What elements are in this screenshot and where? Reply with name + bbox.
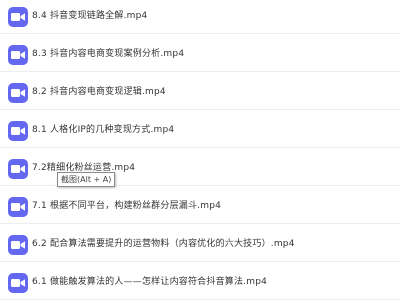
video-file-icon — [8, 235, 28, 255]
file-row[interactable]: 8.1 人格化IP的几种变现方式.mp4 — [0, 114, 400, 148]
file-name[interactable]: 6.1 做能触发算法的人——怎样让内容符合抖音算法.mp4 — [32, 275, 267, 289]
file-list: 8.4 抖音变现链路全解.mp4 8.3 抖音内容电商变现案例分析.mp4 8.… — [0, 0, 400, 300]
file-row[interactable]: 6.1 做能触发算法的人——怎样让内容符合抖音算法.mp4 — [0, 266, 400, 300]
video-file-icon — [8, 197, 28, 217]
video-file-icon — [8, 83, 28, 103]
file-name[interactable]: 6.2 配合算法需要提升的运营物料（内容优化的六大技巧）.mp4 — [32, 237, 295, 251]
video-file-icon — [8, 121, 28, 141]
video-file-icon — [8, 159, 28, 179]
file-row[interactable]: 8.3 抖音内容电商变现案例分析.mp4 — [0, 38, 400, 72]
file-name[interactable]: 8.1 人格化IP的几种变现方式.mp4 — [32, 123, 174, 137]
file-row[interactable]: 6.2 配合算法需要提升的运营物料（内容优化的六大技巧）.mp4 — [0, 228, 400, 262]
file-name[interactable]: 8.3 抖音内容电商变现案例分析.mp4 — [32, 47, 184, 61]
file-row[interactable]: 7.1 根据不同平台，构建粉丝群分层漏斗.mp4 — [0, 190, 400, 224]
screenshot-tooltip: 截图(Alt + A) — [57, 172, 116, 187]
file-name[interactable]: 8.4 抖音变现链路全解.mp4 — [32, 9, 147, 23]
video-file-icon — [8, 7, 28, 27]
file-row[interactable]: 8.4 抖音变现链路全解.mp4 — [0, 0, 400, 34]
file-row[interactable]: 8.2 抖音内容电商变现逻辑.mp4 — [0, 76, 400, 110]
video-file-icon — [8, 273, 28, 293]
video-file-icon — [8, 45, 28, 65]
file-name[interactable]: 7.1 根据不同平台，构建粉丝群分层漏斗.mp4 — [32, 199, 221, 213]
file-name[interactable]: 8.2 抖音内容电商变现逻辑.mp4 — [32, 85, 166, 99]
